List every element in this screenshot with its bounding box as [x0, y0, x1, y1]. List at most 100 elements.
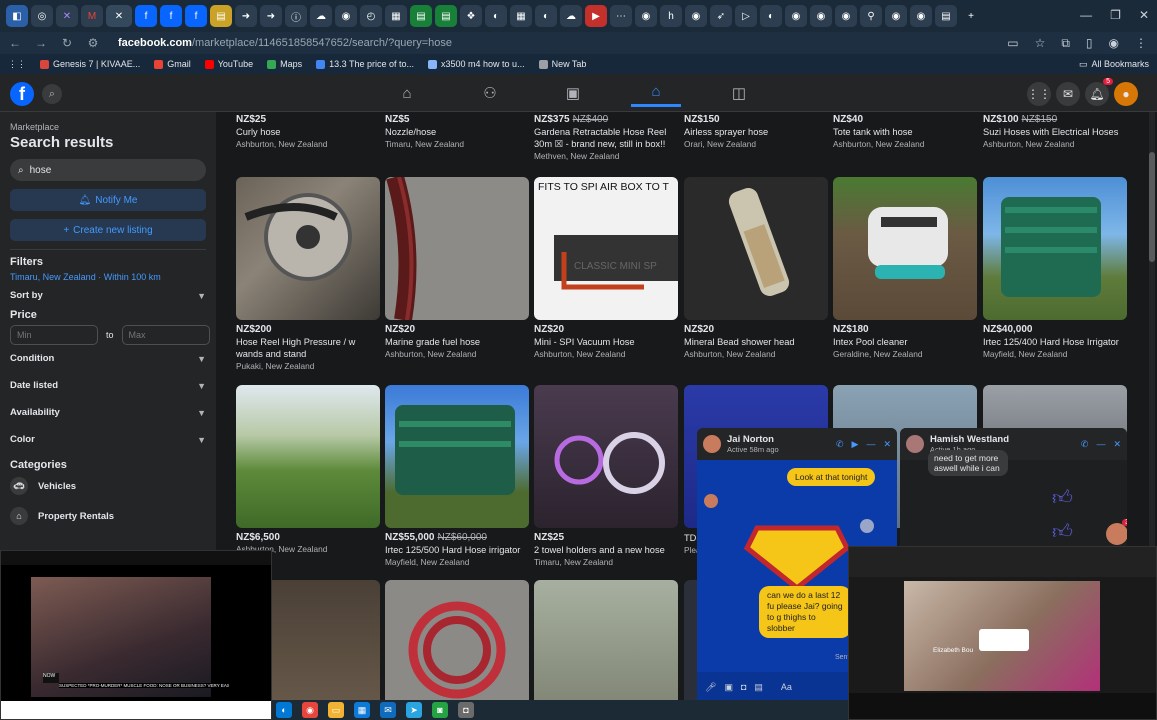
close-window-icon[interactable]: ✕	[1139, 8, 1149, 22]
calendar-icon[interactable]: ▦	[354, 702, 370, 718]
marketplace-icon[interactable]: ⌂	[631, 79, 681, 107]
listing-card[interactable]: NZ$5 Nozzle/hose Timaru, New Zealand	[385, 112, 529, 149]
listing-card[interactable]: NZ$40,000 Irtec 125/400 Hard Hose Irriga…	[983, 177, 1127, 359]
listing-photo[interactable]	[236, 385, 380, 528]
tab-icon[interactable]: ☁	[560, 5, 582, 27]
app-icon[interactable]: ◙	[432, 702, 448, 718]
tab-facebook[interactable]: f	[135, 5, 157, 27]
bookmark-item[interactable]: Genesis 7 | KIVAAE...	[40, 59, 140, 69]
close-chat-icon[interactable]: ✕	[1113, 439, 1121, 450]
listing-photo[interactable]	[684, 177, 828, 320]
messenger-icon[interactable]: ✉	[1056, 82, 1080, 106]
category-vehicles[interactable]: 🚗︎ Vehicles	[10, 471, 206, 501]
listing-card[interactable]: NZ$40 Tote tank with hose Ashburton, New…	[833, 112, 977, 149]
friends-icon[interactable]: ⚇	[465, 79, 515, 107]
gif-icon[interactable]: ▤	[754, 682, 763, 693]
listing-photo[interactable]	[385, 580, 529, 702]
price-max-input[interactable]	[121, 325, 210, 345]
tab-icon[interactable]: ✕	[56, 5, 78, 27]
search-icon[interactable]: ⌕	[42, 84, 62, 104]
chat-contact-name[interactable]: Hamish Westland	[930, 434, 1009, 445]
video-player-right[interactable]: Elizabeth Bou	[848, 546, 1157, 720]
avatar[interactable]: 3	[1106, 519, 1127, 545]
tab-icon[interactable]: ◐	[535, 5, 557, 27]
bookmark-item[interactable]: New Tab	[538, 59, 586, 69]
video-player-left[interactable]: NOW SUSPECTED *PRO-MURDER* MUSCLE FOOD: …	[0, 550, 272, 720]
minimize-chat-icon[interactable]: —	[1096, 439, 1105, 450]
tab-youtube[interactable]: ▶	[585, 5, 607, 27]
listing-photo[interactable]	[236, 177, 380, 320]
tab-sheets[interactable]: ▤	[410, 5, 432, 27]
tab-chrome[interactable]: ◉	[785, 5, 807, 27]
listing-card[interactable]: NZ$6,500 Ashburton, New Zealand	[236, 385, 380, 554]
tab-active-close[interactable]: ✕	[106, 5, 132, 27]
apps-icon[interactable]: ⋮⋮	[8, 59, 26, 70]
avatar[interactable]	[906, 435, 924, 453]
sidepanel-icon[interactable]: ▯	[1086, 36, 1093, 51]
forward-icon[interactable]: →	[34, 36, 48, 50]
bookmark-item[interactable]: x3500 m4 how to u...	[428, 59, 525, 69]
facebook-logo[interactable]: f	[10, 82, 34, 106]
tab-chrome[interactable]: ◉	[685, 5, 707, 27]
tab-icon[interactable]: ⓘ	[285, 5, 307, 27]
bookmark-star-icon[interactable]: ☆	[1035, 36, 1046, 51]
tab-facebook[interactable]: f	[185, 5, 207, 27]
listing-card[interactable]: NZ$375 NZ$400 Gardena Retractable Hose Re…	[534, 112, 678, 161]
listing-card[interactable]: NZ$20 Mineral Bead shower head Ashburton…	[684, 177, 828, 359]
tab-icon[interactable]: ➜	[260, 5, 282, 27]
listing-photo[interactable]	[534, 580, 678, 702]
listing-photo[interactable]	[983, 177, 1127, 320]
create-listing-button[interactable]: + Create new listing	[10, 219, 206, 241]
bookmark-item[interactable]: Maps	[267, 59, 302, 69]
notifications-icon[interactable]: 🔔︎ 5	[1085, 78, 1113, 106]
listing-photo[interactable]	[385, 177, 529, 320]
notify-me-button[interactable]: 🔔︎ Notify Me	[10, 189, 206, 211]
tab-facebook[interactable]: f	[160, 5, 182, 27]
category-property-rentals[interactable]: ⌂ Property Rentals	[10, 501, 206, 531]
listing-card[interactable]: NZ$55,000 NZ$60,000 Irtec 125/500 Hard Ho…	[385, 385, 529, 567]
sort-by-dropdown[interactable]: Sort by ▼	[10, 282, 206, 309]
tab-icon[interactable]: ▤	[935, 5, 957, 27]
listing-card[interactable]	[385, 580, 529, 702]
color-dropdown[interactable]: Color ▼	[10, 426, 206, 453]
tab-icon[interactable]: ◐	[760, 5, 782, 27]
tab-chrome[interactable]: ◉	[335, 5, 357, 27]
listing-card[interactable]: NZ$150 Airless sprayer hose Orari, New Z…	[684, 112, 828, 149]
price-min-input[interactable]	[10, 325, 98, 345]
listing-card[interactable]: NZ$25 2 towel holders and a new hose Tim…	[534, 385, 678, 567]
phone-icon[interactable]: ✆	[1081, 439, 1089, 450]
breadcrumb[interactable]: Marketplace	[10, 122, 206, 132]
listing-card[interactable]: FITS TO SPI AIR BOX TO T CLASSIC MINI SP…	[534, 177, 678, 359]
menu-grid-icon[interactable]: ⋮⋮	[1027, 82, 1051, 106]
listing-card[interactable]: NZ$25 Curly hose Ashburton, New Zealand	[236, 112, 380, 149]
tab-icon[interactable]: ▤	[210, 5, 232, 27]
home-icon[interactable]: ⌂	[382, 79, 432, 107]
tab-chrome[interactable]: ◉	[635, 5, 657, 27]
cast-icon[interactable]: ▭	[1007, 36, 1018, 51]
tab-icon[interactable]: ◴	[360, 5, 382, 27]
edge-icon[interactable]: ◐	[276, 702, 292, 718]
listing-photo[interactable]	[833, 177, 977, 320]
tab-icon[interactable]: ⚲	[860, 5, 882, 27]
message-input[interactable]: Aa	[781, 682, 792, 692]
telegram-icon[interactable]: ➤	[406, 702, 422, 718]
tab-chrome[interactable]: ◉	[810, 5, 832, 27]
tab-icon[interactable]: ▦	[510, 5, 532, 27]
site-info-icon[interactable]: ⚙	[86, 36, 100, 50]
profile-icon[interactable]: ◉	[1109, 36, 1119, 51]
tab-icon[interactable]: ⋯	[610, 5, 632, 27]
bookmark-item[interactable]: Gmail	[154, 59, 191, 69]
maximize-icon[interactable]: ❐	[1110, 8, 1121, 22]
tab-chrome[interactable]: ◉	[885, 5, 907, 27]
bookmark-item[interactable]: 13.3 The price of to...	[316, 59, 414, 69]
reload-icon[interactable]: ↻	[60, 36, 74, 50]
location-filter[interactable]: Timaru, New Zealand · Within 100 km	[10, 272, 206, 282]
mic-icon[interactable]: 🎤︎	[705, 682, 716, 693]
outlook-icon[interactable]: ✉	[380, 702, 396, 718]
listing-card[interactable]: NZ$180 Intex Pool cleaner Geraldine, New…	[833, 177, 977, 359]
url-field[interactable]: facebook.com/marketplace/114651858547652…	[118, 37, 452, 49]
condition-dropdown[interactable]: Condition ▼	[10, 345, 206, 372]
tab-icon[interactable]: ➶	[710, 5, 732, 27]
listing-card[interactable]: NZ$20 Marine grade fuel hose Ashburton, …	[385, 177, 529, 359]
listing-card[interactable]: NZ$100 NZ$150 Suzi Hoses with Electrical …	[983, 112, 1127, 149]
